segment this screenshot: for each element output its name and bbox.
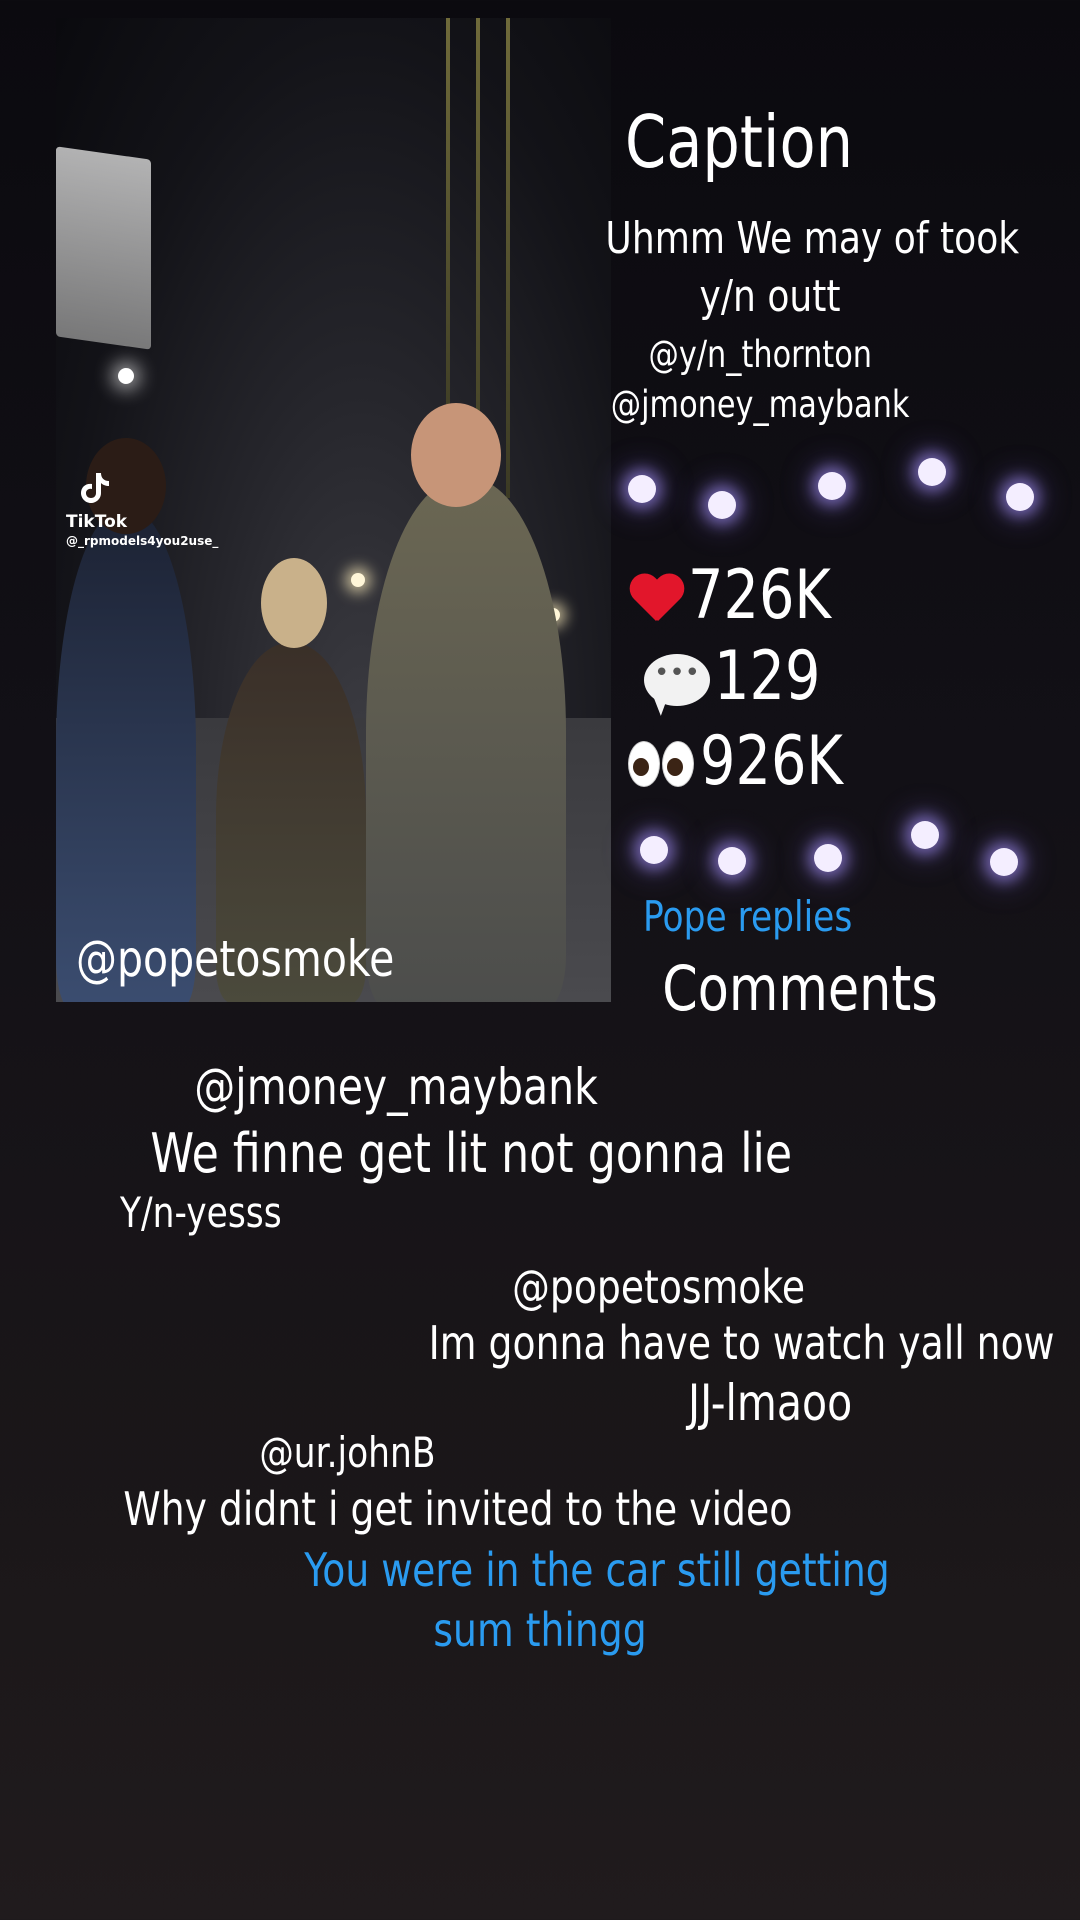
glow-dot [918,458,946,486]
eyes-icon [628,725,696,805]
comment-reply: Y/n-yesss [120,1188,282,1237]
tiktok-logo-icon [81,473,109,503]
caption-mention[interactable]: @jmoney_maybank [550,383,970,426]
glow-dot [640,836,668,864]
comments-count: 129 [714,637,821,716]
glow-dot [911,821,939,849]
speech-bubble-icon: ••• [644,654,710,707]
person-right [366,478,566,1002]
caption-title: Caption [625,100,853,184]
views-stat: 926K [628,722,874,802]
palm-trunk [506,18,510,498]
comment-handle[interactable]: @ur.johnB [240,1428,450,1477]
street-light [351,573,365,587]
red-heart-icon [628,571,684,627]
comments-stat: ••• 129 [644,637,844,717]
street-sign [56,146,151,350]
moon [118,368,134,384]
palm-trunk [446,18,450,458]
video-thumbnail[interactable]: TikTok @_rpmodels4you2use_ @popetosmoke [56,18,611,1002]
video-tag-handle[interactable]: @popetosmoke [76,930,596,988]
glow-dot [628,475,656,503]
likes-stat: 726K [628,556,862,636]
caption-line: y/n outt [699,271,841,322]
person-middle-head [261,558,327,648]
glow-dot [708,491,736,519]
glow-dot [818,472,846,500]
comment-text: Im gonna have to watch yall now [428,1316,1055,1370]
person-left [56,508,196,1002]
replies-legend: Pope replies [642,892,853,941]
comment-text: We finne get lit not gonna lie [150,1122,793,1185]
views-count: 926K [700,722,844,801]
comment-handle[interactable]: @popetosmoke [480,1260,830,1314]
comment-reply-pope: You were in the car still getting sum th… [304,1543,890,1657]
caption-line: Uhmm We may of took [605,213,1020,264]
person-right-head [411,403,501,507]
caption-mention[interactable]: @y/n_thornton [550,333,970,376]
comment-handle[interactable]: @jmoney_maybank [150,1058,600,1116]
glow-dot [1006,483,1034,511]
glow-dot [990,848,1018,876]
tiktok-watermark-handle: @_rpmodels4you2use_ [66,534,219,548]
glow-dot [814,844,842,872]
comment-text: Why didnt i get invited to the video [123,1482,793,1536]
likes-count: 726K [688,556,832,635]
glow-dot [718,847,746,875]
caption-text: Uhmm We may of took y/n outt [560,210,1019,326]
comment-reply: JJ-lmaoo [687,1374,853,1432]
comments-title: Comments [662,952,938,1025]
tiktok-watermark: TikTok [66,512,128,532]
